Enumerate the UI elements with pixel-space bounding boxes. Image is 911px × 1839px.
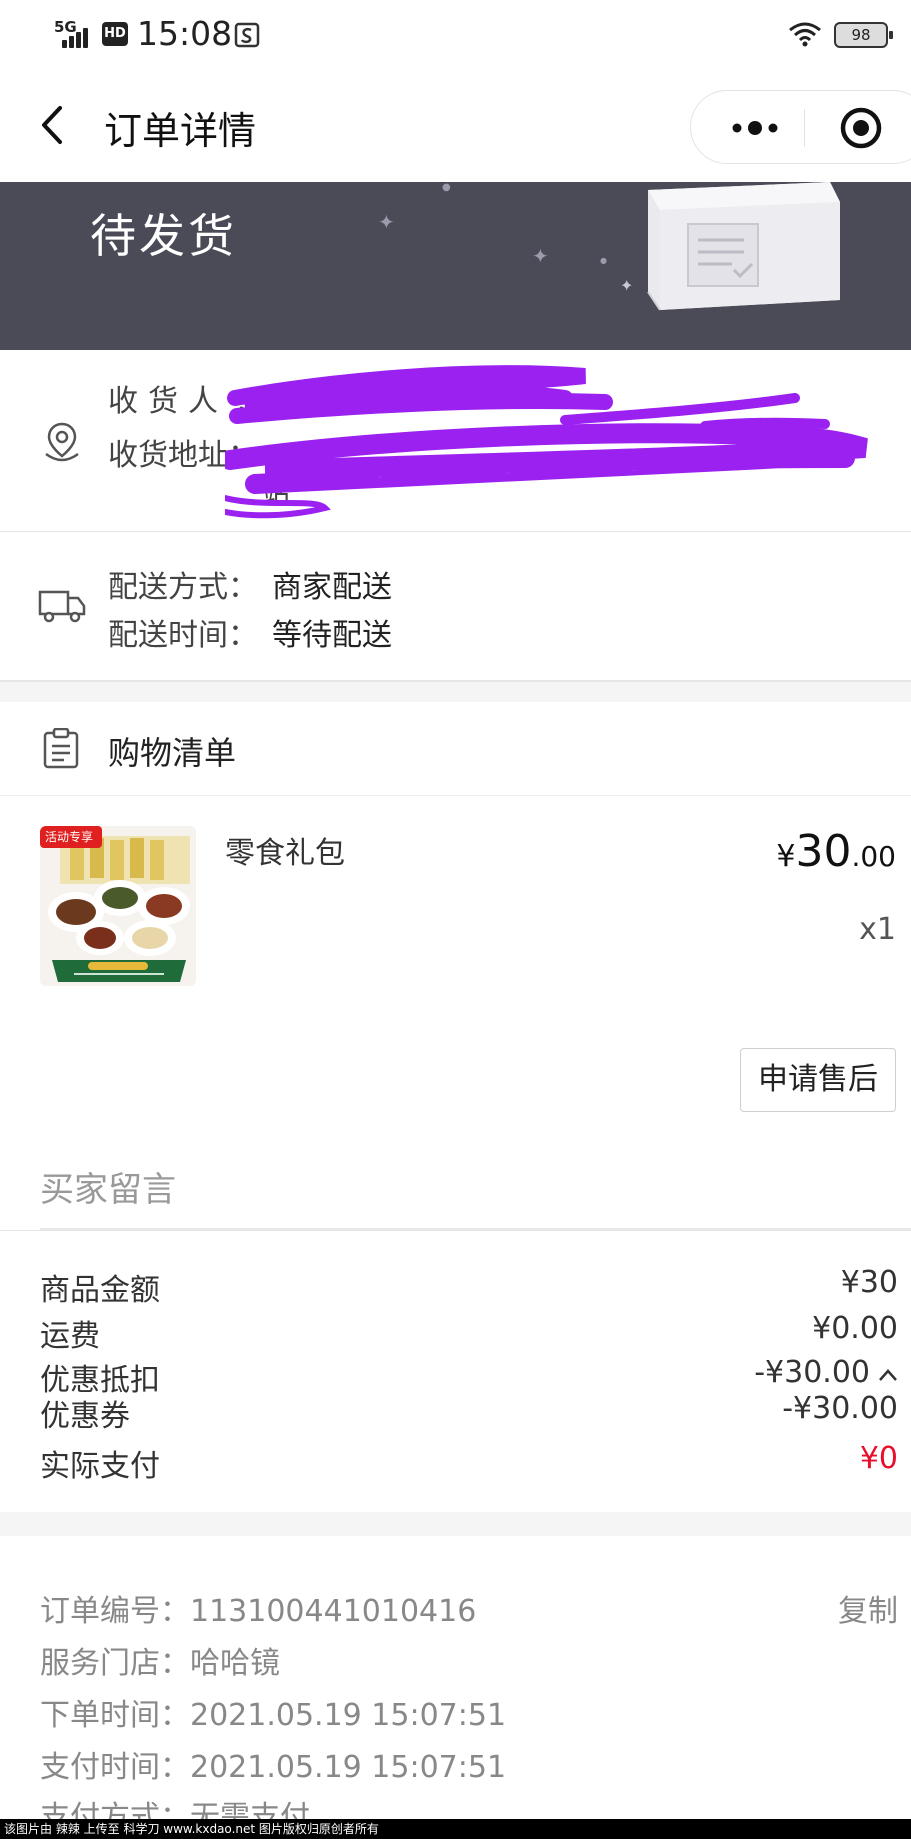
star-decoration: ✦ (620, 276, 634, 295)
battery-icon: 98 (834, 22, 893, 48)
status-time: 15:08 (137, 14, 233, 53)
page-title: 订单详情 (104, 109, 257, 153)
subtotal-value: ¥30 (840, 1265, 898, 1300)
recipient-label: 收货人 (108, 384, 228, 419)
promo-badge: 活动专享 (45, 830, 94, 844)
chevron-up-icon[interactable] (878, 1368, 898, 1382)
wifi-icon (789, 22, 821, 47)
hd-badge: HD (102, 22, 128, 46)
order-number-row: 订单编号：113100441010416 (40, 1586, 476, 1630)
nav-bar: 订单详情 (0, 70, 911, 182)
order-time-value: 2021.05.19 15:07:51 (190, 1698, 507, 1733)
shipping-fee-label: 运费 (40, 1319, 100, 1354)
after-sale-button[interactable]: 申请售后 (740, 1048, 896, 1112)
price-currency: ¥ (776, 839, 796, 874)
star-decoration: ● (600, 256, 607, 265)
pay-time-label: 支付时间： (40, 1750, 190, 1785)
product-thumbnail[interactable]: 活动专享 (40, 826, 196, 986)
capsule-divider (804, 109, 805, 147)
delivery-method-label: 配送方式： (108, 570, 258, 605)
sim-status-icon (234, 22, 260, 48)
redaction-scribble (225, 365, 868, 519)
shopping-list-header: 购物清单 (0, 702, 911, 796)
order-item: 活动专享 零食礼包 ¥30.00 x1 申请售后 (0, 796, 911, 1146)
delivery-time-label: 配送时间： (108, 618, 258, 653)
coupon-value: -¥30.00 (782, 1391, 898, 1426)
store-label: 服务门店： (40, 1646, 190, 1681)
order-status-title: 待发货 (90, 209, 237, 263)
product-quantity: x1 (859, 912, 896, 947)
mini-program-capsule (690, 90, 911, 164)
chevron-left-icon[interactable] (34, 100, 74, 150)
clipboard-list-icon (43, 728, 79, 769)
store-value: 哈哈镜 (190, 1646, 280, 1681)
order-info-section: 订单编号：113100441010416 复制 服务门店：哈哈镜 下单时间：20… (0, 1536, 911, 1835)
order-time-row: 下单时间：2021.05.19 15:07:51 (40, 1690, 506, 1734)
location-pin-icon (45, 422, 79, 462)
discount-value-wrap[interactable]: -¥30.00 (754, 1355, 898, 1390)
delivery-time-value: 等待配送 (272, 618, 392, 653)
truck-icon (38, 590, 86, 623)
delivery-method-row: 配送方式： 商家配送 (108, 562, 392, 606)
actual-payment-label: 实际支付 (40, 1449, 160, 1484)
star-decoration: ✦ (532, 244, 549, 268)
delivery-method-value: 商家配送 (272, 570, 392, 605)
actual-payment-value: ¥0 (859, 1441, 898, 1476)
order-number-label: 订单编号： (40, 1594, 190, 1629)
order-number-value: 113100441010416 (190, 1594, 477, 1629)
package-box-icon (647, 182, 840, 311)
order-status-banner: 待发货 ✦ ● ✦ ● ✦ (0, 182, 911, 350)
product-image (40, 826, 196, 986)
product-price: ¥30.00 (776, 826, 896, 877)
amount-summary: 商品金额 ¥30 运费 ¥0.00 优惠抵扣 -¥30.00 优惠券 -¥30.… (0, 1230, 911, 1512)
network-type: 5G (54, 18, 77, 36)
pay-time-row: 支付时间：2021.05.19 15:07:51 (40, 1742, 506, 1786)
shopping-list-title: 购物清单 (108, 734, 237, 772)
subtotal-label: 商品金额 (40, 1273, 160, 1308)
coupon-label: 优惠券 (40, 1399, 130, 1434)
delivery-section: 配送方式： 商家配送 配送时间： 等待配送 (0, 532, 911, 680)
signal-icon: 5G (52, 18, 96, 48)
section-divider (0, 1512, 911, 1536)
pay-time-value: 2021.05.19 15:07:51 (190, 1750, 507, 1785)
copy-button[interactable]: 复制 (838, 1586, 898, 1630)
shipping-fee-value: ¥0.00 (812, 1311, 898, 1346)
status-bar: 5G HD 15:08 98 (0, 0, 911, 70)
target-icon[interactable] (839, 106, 883, 150)
buyer-message-label: 买家留言 (40, 1170, 176, 1210)
discount-value: -¥30.00 (754, 1355, 870, 1390)
order-time-label: 下单时间： (40, 1698, 190, 1733)
star-decoration: ● (442, 182, 451, 193)
store-row: 服务门店：哈哈镜 (40, 1638, 280, 1682)
buyer-message-section: 买家留言 (0, 1146, 911, 1230)
product-name[interactable]: 零食礼包 (225, 828, 345, 872)
battery-level: 98 (851, 26, 871, 44)
shipping-address-section: 收货人 ： 收货地址： 蒋蓉良驿 站 (0, 350, 911, 532)
more-dots-icon[interactable] (727, 113, 783, 143)
price-integer: 30 (795, 826, 852, 877)
price-decimal: .00 (851, 840, 896, 873)
section-divider (0, 680, 911, 702)
watermark-footer: 该图片由 辣辣 上传至 科学刀 www.kxdao.net 图片版权归原创者所有 (0, 1819, 911, 1839)
star-decoration: ✦ (378, 210, 395, 234)
delivery-time-row: 配送时间： 等待配送 (108, 610, 392, 654)
